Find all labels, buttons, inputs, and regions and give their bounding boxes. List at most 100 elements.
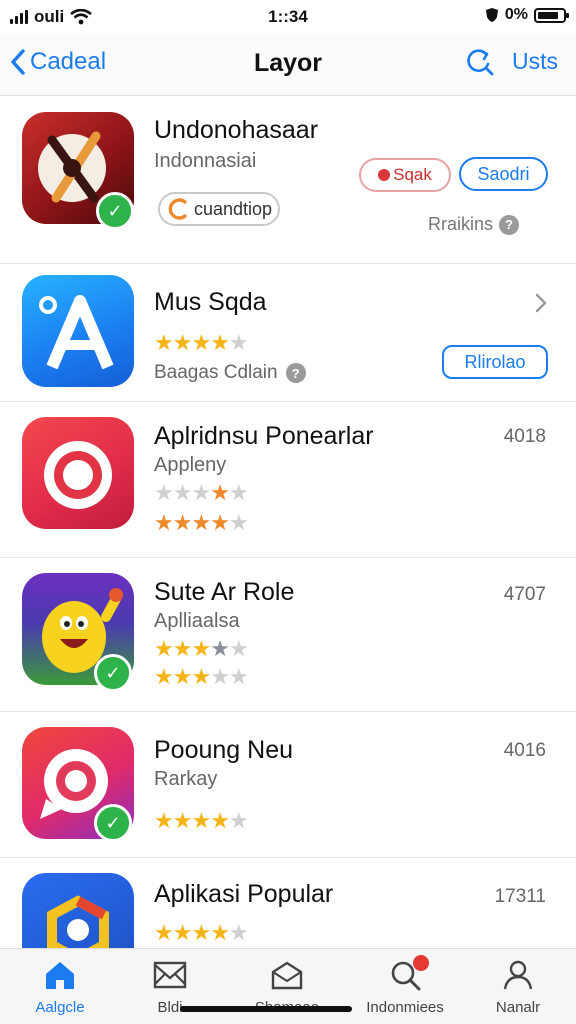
star-icon: ★ xyxy=(210,664,230,689)
star-icon: ★ xyxy=(191,510,211,535)
app-icon xyxy=(22,275,134,387)
app-icon xyxy=(22,417,134,529)
star-icon: ★ xyxy=(154,636,174,661)
info-icon[interactable]: ? xyxy=(285,363,306,383)
star-icon: ★ xyxy=(154,480,174,505)
status-right: 0% xyxy=(485,6,569,24)
app-subtitle: Baagas Cdlain ? xyxy=(154,362,306,384)
shield-icon xyxy=(485,8,498,22)
chevron-right-icon[interactable] xyxy=(534,292,548,314)
list-item[interactable]: Mus Sqda ★ ★ ★ ★ ★ Baagas Cdlain ? Rlirolao xyxy=(0,264,576,402)
app-name: Sute Ar Role xyxy=(154,578,295,606)
refresh-search-icon[interactable] xyxy=(464,46,494,76)
star-icon: ★ xyxy=(191,636,211,661)
list-item[interactable]: Aplikasi Popular 17311 ★ ★ ★ ★ ★ xyxy=(0,858,576,948)
tab-search[interactable]: Indonmiees xyxy=(355,955,455,1016)
rating-stars: ★ ★ ★ ★ ★ xyxy=(154,664,249,689)
record-icon xyxy=(378,169,391,181)
download-count: 4016 xyxy=(503,740,546,761)
star-icon: ★ xyxy=(228,330,249,355)
person-icon xyxy=(503,960,533,990)
star-icon: ★ xyxy=(191,480,211,505)
app-subtitle: Indonnasiai xyxy=(154,150,257,172)
battery-percent: 0% xyxy=(504,6,528,23)
button-label: Saodri xyxy=(477,163,530,184)
tab-label: Indonmiees xyxy=(366,999,444,1016)
ratings-text: Rraikins xyxy=(428,214,494,234)
star-icon: ★ xyxy=(172,920,193,945)
list-item[interactable]: ✓ Pooung Neu Rarkay 4016 ★ ★ ★ ★ ★ xyxy=(0,712,576,858)
star-icon: ★ xyxy=(210,330,230,355)
star-icon: ★ xyxy=(172,510,193,535)
nav-actions: Usts xyxy=(464,46,558,76)
star-icon: ★ xyxy=(154,920,174,945)
home-indicator[interactable] xyxy=(180,1006,352,1012)
letter-a-icon xyxy=(39,295,114,370)
star-icon: ★ xyxy=(154,510,174,535)
chevron-left-icon xyxy=(11,49,25,75)
info-icon[interactable]: ? xyxy=(499,214,520,235)
tab-label: Nanalr xyxy=(495,999,541,1016)
subtitle-text: Baagas Cdlain xyxy=(154,362,278,383)
star-icon: ★ xyxy=(228,510,249,535)
tab-profile[interactable]: Nanalr xyxy=(468,957,568,1016)
hexagon-icon xyxy=(47,895,109,948)
tag-icon xyxy=(168,198,187,220)
ratings-label: Rraikins ? xyxy=(428,214,520,235)
app-name: Aplridnsu Ponearlar xyxy=(154,422,374,450)
star-icon: ★ xyxy=(154,330,174,355)
tab-home[interactable]: Aalgcle xyxy=(10,957,110,1016)
star-icon: ★ xyxy=(172,808,193,833)
rating-stars: ★ ★ ★ ★ ★ xyxy=(154,330,249,355)
star-icon: ★ xyxy=(228,480,249,505)
app-name: Undonohasaar xyxy=(154,116,319,144)
primary-action-button[interactable]: Saodri xyxy=(459,157,548,191)
star-icon: ★ xyxy=(228,808,249,833)
rating-stars: ★ ★ ★ ★ ★ xyxy=(154,636,249,661)
star-icon: ★ xyxy=(228,636,249,661)
tag-pill[interactable]: cuandtiop xyxy=(158,192,280,226)
nav-right-button[interactable]: Usts xyxy=(512,48,558,75)
app-name: Aplikasi Popular xyxy=(154,880,334,908)
tab-label: Aalgcle xyxy=(35,999,85,1016)
app-subtitle: Rarkay xyxy=(154,768,218,790)
star-icon: ★ xyxy=(172,636,193,661)
star-icon: ★ xyxy=(172,480,193,505)
list-item[interactable]: Aplridnsu Ponearlar Appleny 4018 ★ ★ ★ ★ ★ ★… xyxy=(0,402,576,558)
star-icon: ★ xyxy=(191,808,211,833)
list-item[interactable]: ✓ Sute Ar Role Aplliaalsa 4707 ★ ★ ★ ★ ★ ★ ★ ★… xyxy=(0,558,576,712)
rating-stars: ★ ★ ★ ★ ★ xyxy=(154,808,249,833)
home-icon xyxy=(46,962,74,989)
star-icon: ★ xyxy=(210,510,230,535)
action-button[interactable]: Rlirolao xyxy=(442,345,548,379)
app-name: Mus Sqda xyxy=(154,288,267,316)
app-icon xyxy=(22,873,134,948)
star-icon: ★ xyxy=(210,636,230,661)
inbox-icon xyxy=(271,961,303,990)
button-label: Rlirolao xyxy=(464,351,526,372)
star-icon: ★ xyxy=(210,920,230,945)
mail-icon xyxy=(153,961,187,989)
navigation-bar: Cadeal Layor Usts xyxy=(0,34,576,96)
secondary-action-button[interactable]: Sqak xyxy=(359,158,451,192)
star-icon: ★ xyxy=(172,330,193,355)
back-label: Cadeal xyxy=(30,48,107,75)
download-count: 4707 xyxy=(503,584,546,605)
star-icon: ★ xyxy=(191,664,211,689)
download-count: 4018 xyxy=(503,426,546,447)
check-badge-icon: ✓ xyxy=(94,804,132,842)
app-subtitle: Aplliaalsa xyxy=(154,610,240,632)
star-icon: ★ xyxy=(228,920,249,945)
tab-bar: Aalgcle Bldi Shamaao Indonmiees xyxy=(0,948,576,1024)
battery-icon xyxy=(534,7,569,23)
button-label: Sqak xyxy=(393,165,432,184)
star-icon: ★ xyxy=(191,920,211,945)
back-button[interactable]: Cadeal xyxy=(10,48,106,76)
app-subtitle: Appleny xyxy=(154,454,227,476)
list-item[interactable]: ✓ Undonohasaar Indonnasiai cuandtiop Sqa… xyxy=(0,96,576,264)
rating-stars: ★ ★ ★ ★ ★ xyxy=(154,480,249,505)
notification-badge xyxy=(413,955,429,971)
tag-label: cuandtiop xyxy=(194,198,273,219)
star-icon: ★ xyxy=(172,664,193,689)
check-badge-icon: ✓ xyxy=(96,192,134,230)
